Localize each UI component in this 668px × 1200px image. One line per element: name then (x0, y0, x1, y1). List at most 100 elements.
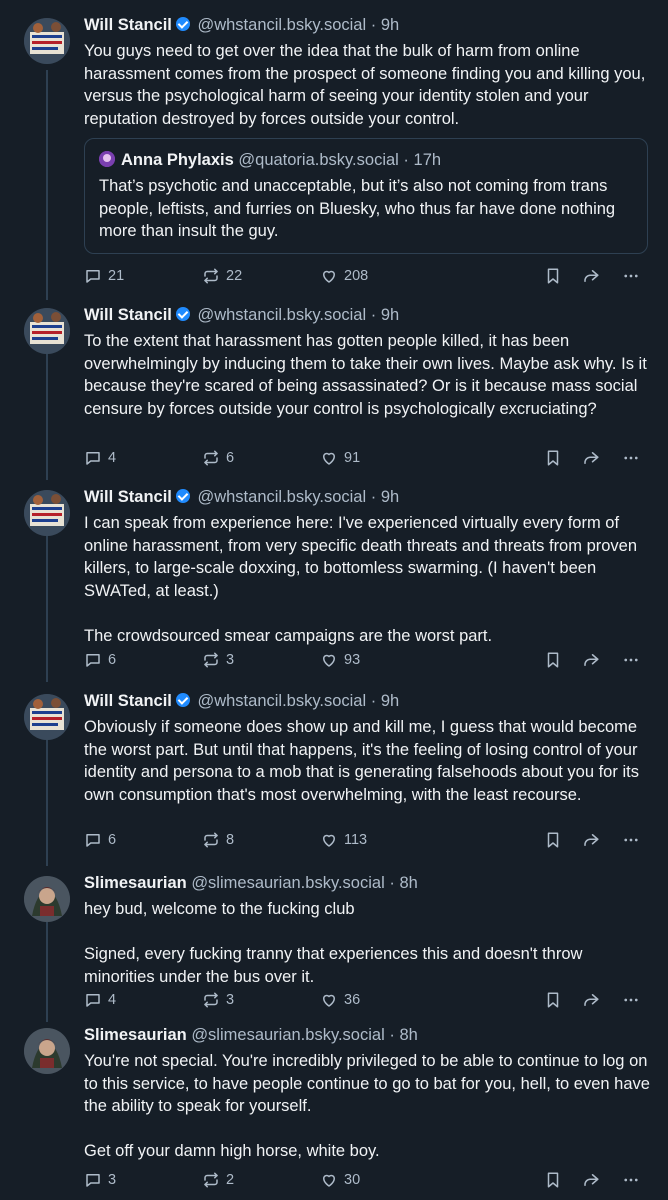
post-time[interactable]: 9h (381, 16, 399, 34)
heart-icon (323, 834, 335, 847)
bookmark-button[interactable] (544, 648, 568, 672)
more-icon (624, 658, 638, 662)
like-button[interactable]: 36 (320, 988, 360, 1012)
avatar[interactable] (24, 694, 70, 740)
quote-author-handle: @quatoria.bsky.social (238, 151, 399, 169)
bookmark-icon (547, 1172, 559, 1188)
share-icon (584, 834, 599, 846)
like-button[interactable]: 93 (320, 648, 360, 672)
post-actions: 21 22 208 (84, 264, 644, 288)
post[interactable]: Will Stancil @whstancil.bsky.social · 9h… (0, 290, 668, 480)
avatar[interactable] (24, 18, 70, 64)
more-options-button[interactable] (622, 1168, 646, 1192)
quote-text: That’s psychotic and unacceptable, but i… (99, 177, 616, 240)
repost-button[interactable]: 3 (202, 648, 234, 672)
reply-button[interactable]: 4 (84, 988, 116, 1012)
author-name[interactable]: Will Stancil (84, 16, 172, 34)
share-button[interactable] (582, 828, 606, 852)
post-time[interactable]: 8h (399, 874, 417, 892)
like-button[interactable]: 208 (320, 264, 368, 288)
author-name[interactable]: Slimesaurian (84, 1026, 187, 1044)
more-options-button[interactable] (622, 446, 646, 470)
more-icon (624, 1178, 638, 1182)
reply-button[interactable]: 6 (84, 648, 116, 672)
reply-button[interactable]: 3 (84, 1168, 116, 1192)
repost-button[interactable]: 3 (202, 988, 234, 1012)
author-handle[interactable]: @whstancil.bsky.social (197, 306, 366, 324)
author-name[interactable]: Will Stancil (84, 488, 172, 506)
avatar[interactable] (24, 490, 70, 536)
post[interactable]: Slimesaurian @slimesaurian.bsky.social ·… (0, 858, 668, 1018)
bookmark-button[interactable] (544, 264, 568, 288)
bookmark-button[interactable] (544, 446, 568, 470)
avatar[interactable] (24, 1028, 70, 1074)
quoted-post[interactable]: Anna Phylaxis @quatoria.bsky.social · 17… (84, 138, 648, 254)
reply-icon (86, 654, 100, 667)
author-name[interactable]: Will Stancil (84, 306, 172, 324)
more-icon (624, 838, 638, 842)
like-count: 93 (344, 652, 361, 668)
author-handle[interactable]: @whstancil.bsky.social (197, 488, 366, 506)
more-options-button[interactable] (622, 828, 646, 852)
share-button[interactable] (582, 1168, 606, 1192)
separator-dot: · (403, 151, 409, 169)
post-time[interactable]: 9h (381, 306, 399, 324)
post-header: Will Stancil @whstancil.bsky.social · 9h (84, 14, 648, 36)
post[interactable]: Will Stancil @whstancil.bsky.social · 9h… (0, 472, 668, 680)
repost-button[interactable]: 6 (202, 446, 234, 470)
post-time[interactable]: 9h (381, 488, 399, 506)
bookmark-button[interactable] (544, 1168, 568, 1192)
share-button[interactable] (582, 264, 606, 288)
repost-count: 3 (226, 992, 235, 1008)
share-button[interactable] (582, 648, 606, 672)
author-name[interactable]: Slimesaurian (84, 874, 187, 892)
heart-icon (323, 654, 335, 667)
share-button[interactable] (582, 446, 606, 470)
bookmark-button[interactable] (544, 988, 568, 1012)
post[interactable]: Will Stancil @whstancil.bsky.social · 9h… (0, 0, 668, 295)
like-button[interactable]: 91 (320, 446, 360, 470)
post-time[interactable]: 9h (381, 692, 399, 710)
post-time[interactable]: 8h (399, 1026, 417, 1044)
post-header: Slimesaurian @slimesaurian.bsky.social ·… (84, 872, 648, 894)
quote-avatar (99, 151, 115, 167)
separator-dot: · (389, 874, 395, 892)
avatar[interactable] (24, 876, 70, 922)
repost-icon (204, 992, 218, 1008)
reply-icon (86, 994, 100, 1007)
post-header: Slimesaurian @slimesaurian.bsky.social ·… (84, 1024, 648, 1046)
heart-icon (323, 270, 335, 283)
like-button[interactable]: 113 (320, 828, 367, 852)
separator-dot: · (370, 16, 377, 34)
more-options-button[interactable] (622, 264, 646, 288)
reply-button[interactable]: 4 (84, 446, 116, 470)
like-button[interactable]: 30 (320, 1168, 360, 1192)
author-handle[interactable]: @slimesaurian.bsky.social (191, 1026, 384, 1044)
share-icon (584, 452, 599, 464)
more-options-button[interactable] (622, 988, 646, 1012)
avatar[interactable] (24, 308, 70, 354)
more-icon (624, 456, 638, 460)
author-handle[interactable]: @whstancil.bsky.social (197, 16, 366, 34)
more-options-button[interactable] (622, 648, 646, 672)
author-handle[interactable]: @slimesaurian.bsky.social (191, 874, 384, 892)
quote-author-name: Anna Phylaxis (121, 151, 234, 169)
reply-icon (86, 834, 100, 847)
share-button[interactable] (582, 988, 606, 1012)
repost-button[interactable]: 2 (202, 1168, 234, 1192)
bookmark-icon (547, 450, 559, 466)
share-icon (584, 270, 599, 282)
post[interactable]: Slimesaurian @slimesaurian.bsky.social ·… (0, 1010, 668, 1200)
repost-count: 2 (226, 1172, 235, 1188)
more-icon (624, 998, 638, 1002)
reply-button[interactable]: 6 (84, 828, 116, 852)
author-name[interactable]: Will Stancil (84, 692, 172, 710)
reply-button[interactable]: 21 (84, 264, 124, 288)
repost-button[interactable]: 8 (202, 828, 234, 852)
reply-count: 21 (108, 268, 125, 284)
like-count: 36 (344, 992, 361, 1008)
bookmark-button[interactable] (544, 828, 568, 852)
post[interactable]: Will Stancil @whstancil.bsky.social · 9h… (0, 676, 668, 866)
repost-button[interactable]: 22 (202, 264, 242, 288)
author-handle[interactable]: @whstancil.bsky.social (197, 692, 366, 710)
